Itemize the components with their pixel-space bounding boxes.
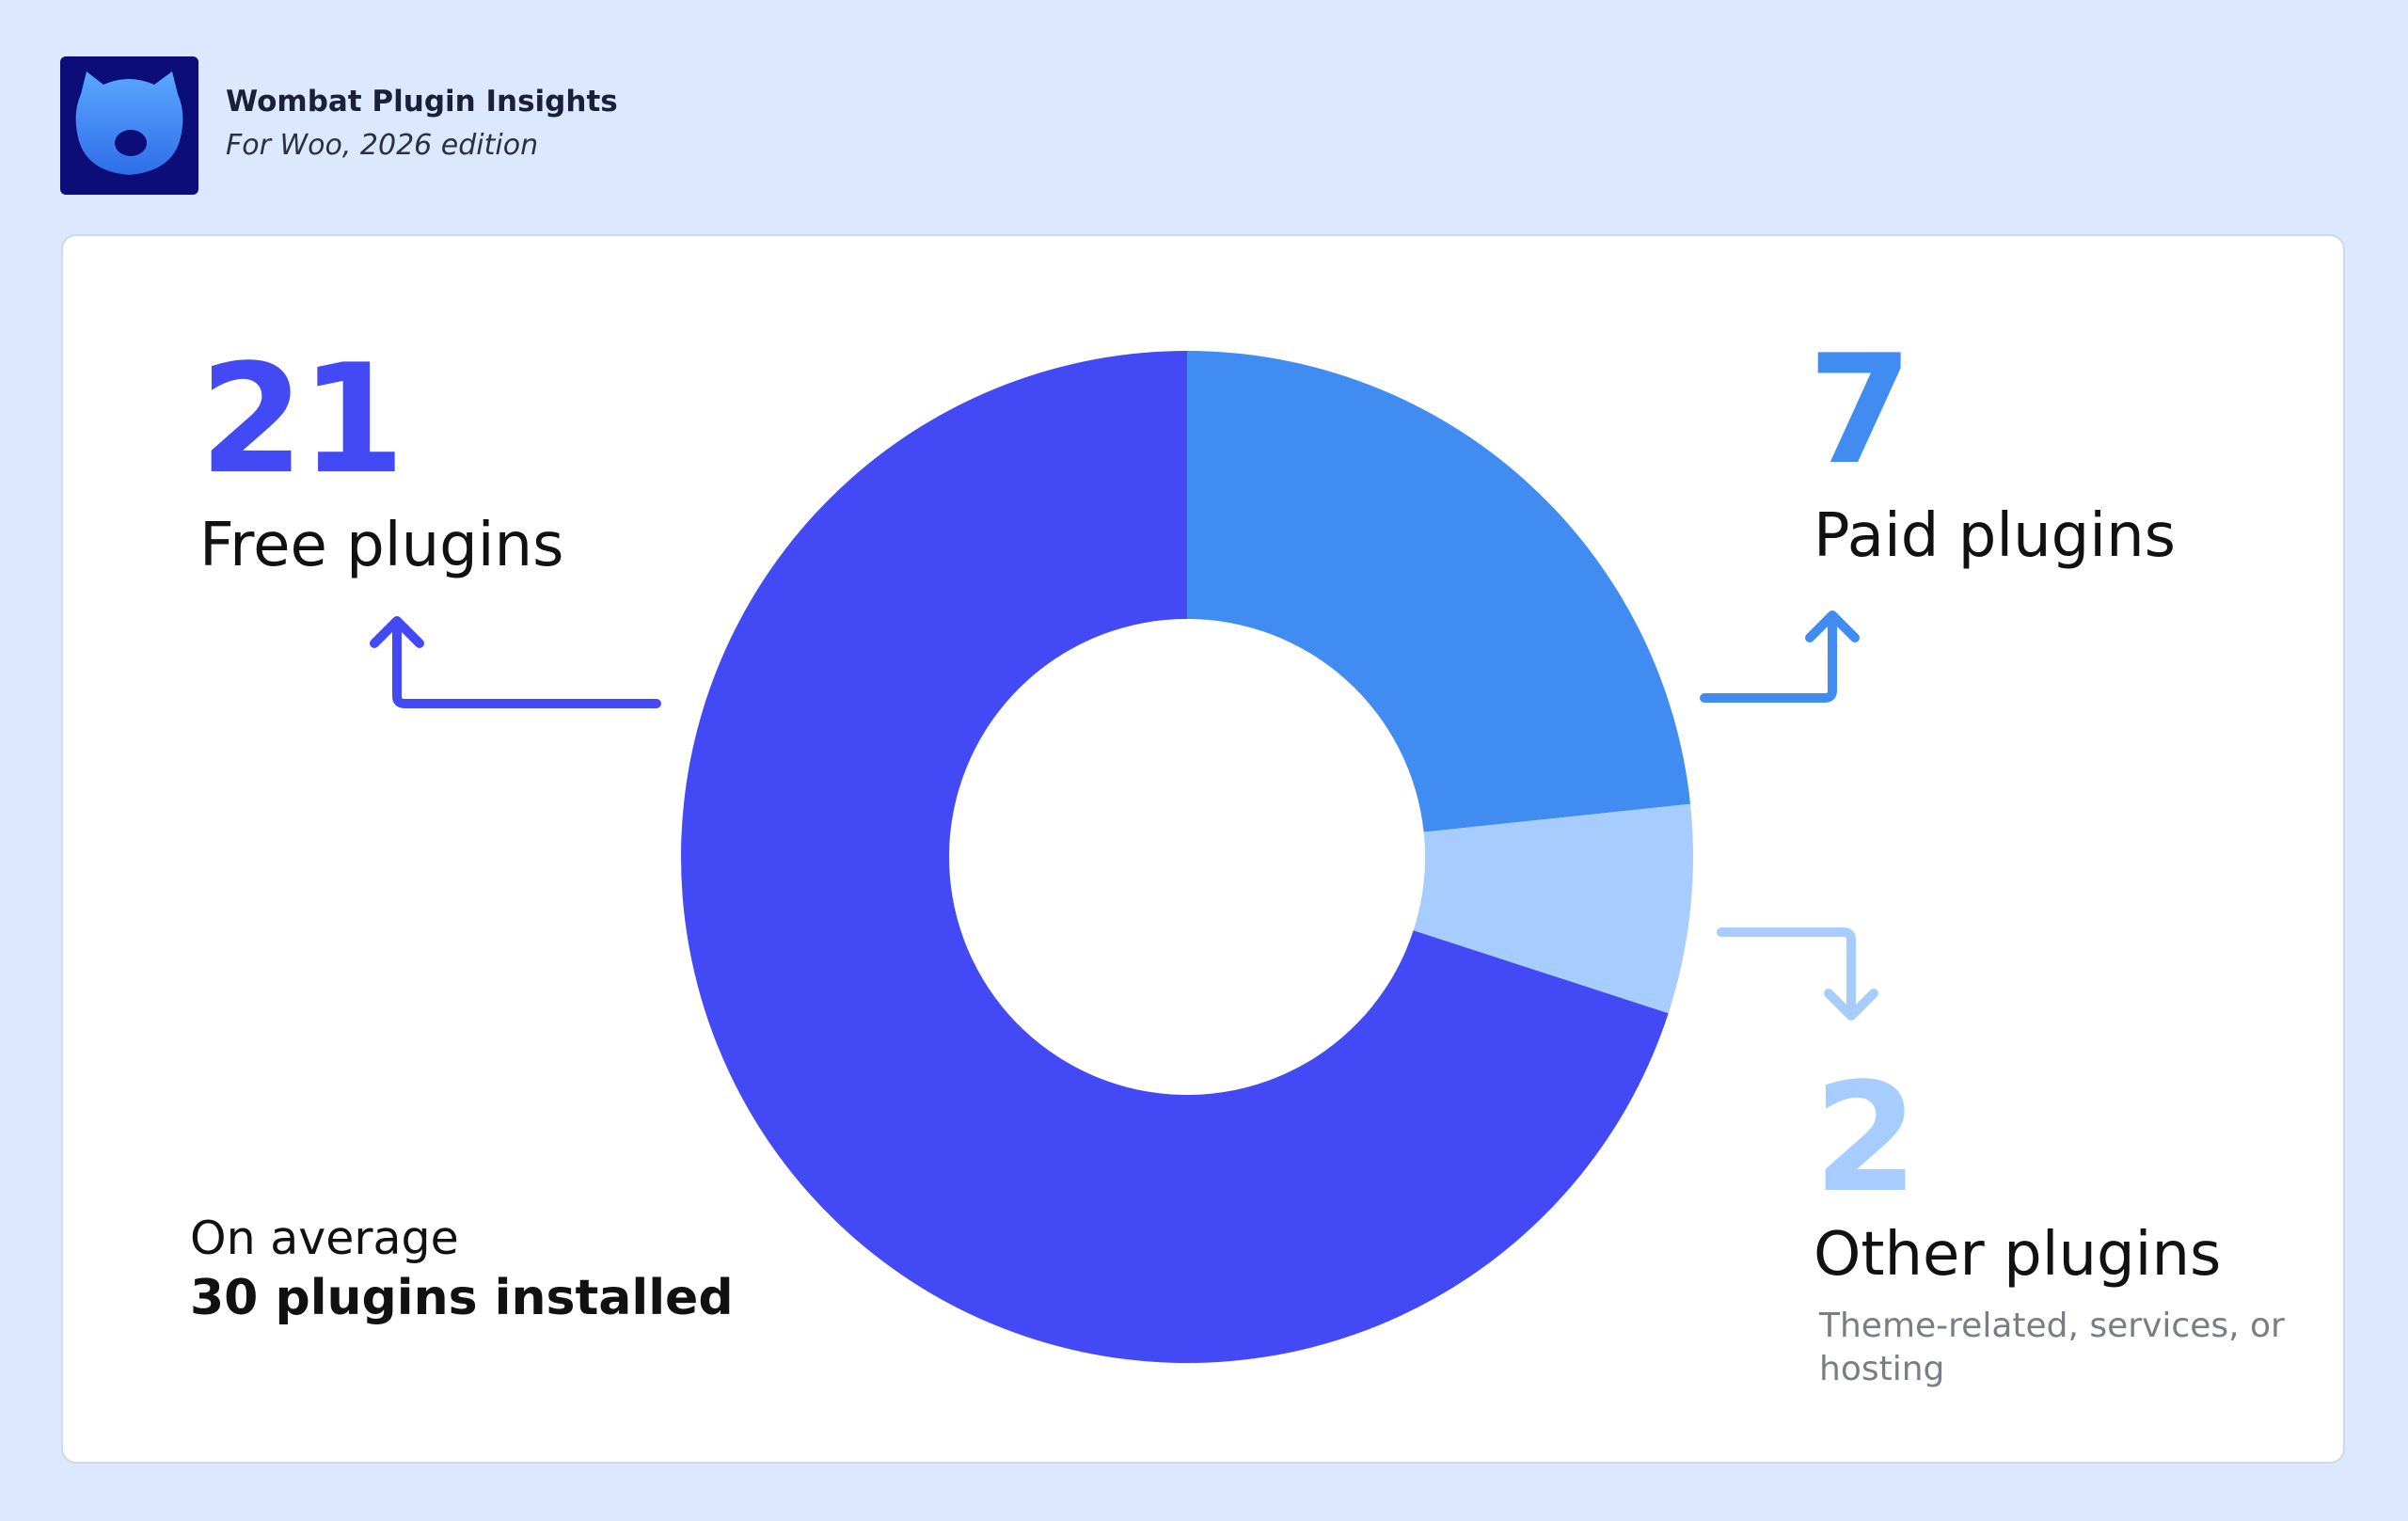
slice-paid-plugins xyxy=(1187,351,1691,832)
average-label: On average xyxy=(190,1212,459,1265)
free-count: 21 xyxy=(199,331,405,507)
paid-label: Paid plugins xyxy=(1814,501,2176,571)
other-count: 2 xyxy=(1814,1050,1918,1226)
other-arrow xyxy=(1717,927,1878,1021)
free-label: Free plugins xyxy=(199,511,564,580)
other-note: Theme-related, services, or hosting xyxy=(1819,1307,2285,1388)
paid-count: 7 xyxy=(1808,322,1912,498)
free-arrow xyxy=(370,616,661,708)
paid-arrow xyxy=(1700,610,1860,703)
average-value: 30 plugins installed xyxy=(190,1270,734,1326)
other-label: Other plugins xyxy=(1814,1220,2222,1290)
